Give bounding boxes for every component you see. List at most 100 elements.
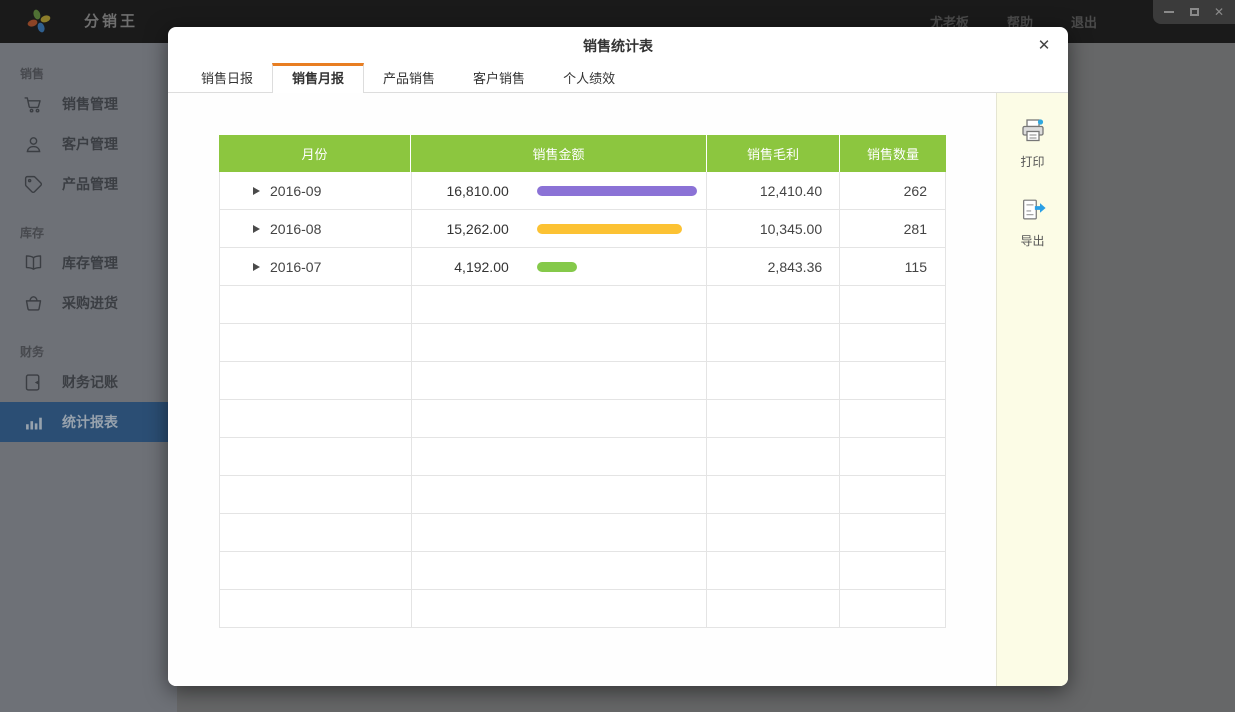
empty-cell [412, 286, 708, 323]
empty-cell [707, 286, 840, 323]
tab-客户销售[interactable]: 客户销售 [454, 66, 544, 92]
amount-value: 4,192.00 [412, 259, 509, 275]
action-label: 导出 [1020, 232, 1044, 249]
tab-个人绩效[interactable]: 个人绩效 [544, 66, 634, 92]
customer-icon [22, 133, 44, 155]
amount-value: 16,810.00 [412, 183, 509, 199]
export-icon [1019, 196, 1047, 229]
column-header: 销售金额 [411, 135, 707, 172]
empty-table-row [220, 590, 946, 628]
amount-bar [537, 262, 577, 272]
sidebar-item[interactable]: 产品管理 [0, 164, 177, 204]
table-row[interactable]: 2016-07 4,192.00 2,843.36115 [220, 248, 946, 286]
monthly-sales-table: 月份销售金额销售毛利销售数量 2016-0916,810.0012,410.40… [219, 135, 946, 628]
empty-cell [412, 590, 708, 627]
empty-cell [707, 514, 840, 551]
tab-产品销售[interactable]: 产品销售 [364, 66, 454, 92]
empty-cell [840, 514, 946, 551]
empty-cell [220, 552, 412, 589]
printer-icon [1019, 117, 1047, 150]
sidebar-item-label: 产品管理 [62, 174, 118, 194]
empty-cell [707, 590, 840, 627]
minimize-icon[interactable] [1163, 6, 1175, 18]
sidebar-section-label: 财务 [20, 343, 177, 360]
month-value: 2016-07 [270, 259, 321, 275]
tab-销售日报[interactable]: 销售日报 [182, 66, 272, 92]
sidebar-item[interactable]: 采购进货 [0, 283, 177, 323]
empty-cell [840, 324, 946, 361]
sidebar-section-label: 销售 [20, 65, 177, 82]
empty-table-row [220, 514, 946, 552]
sidebar-item-label: 采购进货 [62, 293, 118, 313]
expand-arrow-icon[interactable] [253, 263, 260, 271]
book-icon [22, 252, 44, 274]
expand-arrow-icon[interactable] [253, 187, 260, 195]
empty-cell [707, 362, 840, 399]
empty-table-row [220, 362, 946, 400]
empty-cell [840, 438, 946, 475]
empty-table-row [220, 324, 946, 362]
profit-cell: 2,843.36 [707, 248, 840, 285]
print-button[interactable]: 打印 [1019, 117, 1047, 170]
empty-cell [840, 590, 946, 627]
sidebar-item-label: 销售管理 [62, 94, 118, 114]
amount-cell: 16,810.00 [412, 172, 708, 209]
table-header-row: 月份销售金额销售毛利销售数量 [219, 135, 946, 172]
table-row[interactable]: 2016-0815,262.0010,345.00281 [220, 210, 946, 248]
month-cell[interactable]: 2016-09 [220, 172, 412, 209]
column-header: 销售数量 [840, 135, 946, 172]
sidebar-item[interactable]: 客户管理 [0, 124, 177, 164]
empty-table-row [220, 552, 946, 590]
report-tabs: 销售日报销售月报产品销售客户销售个人绩效 [168, 63, 1068, 93]
dialog-body: 月份销售金额销售毛利销售数量 2016-0916,810.0012,410.40… [168, 93, 1068, 686]
empty-cell [220, 362, 412, 399]
sidebar-item[interactable]: 财务记账 [0, 362, 177, 402]
sidebar-item[interactable]: 销售管理 [0, 84, 177, 124]
maximize-icon[interactable] [1188, 6, 1200, 18]
month-cell[interactable]: 2016-08 [220, 210, 412, 247]
close-icon[interactable]: ✕ [1032, 33, 1056, 57]
sidebar-item[interactable]: 库存管理 [0, 243, 177, 283]
expand-arrow-icon[interactable] [253, 225, 260, 233]
empty-cell [707, 324, 840, 361]
export-button[interactable]: 导出 [1019, 196, 1047, 249]
empty-table-row [220, 400, 946, 438]
sidebar-section-label: 库存 [20, 224, 177, 241]
sidebar-item-label: 统计报表 [62, 412, 118, 432]
bar-chart-icon [22, 411, 44, 433]
sidebar-item-label: 客户管理 [62, 134, 118, 154]
empty-cell [220, 286, 412, 323]
month-value: 2016-08 [270, 221, 321, 237]
empty-cell [707, 476, 840, 513]
app-title: 分销王 [84, 0, 138, 43]
logout-menu[interactable]: 退出 [1071, 12, 1097, 31]
tab-销售月报[interactable]: 销售月报 [272, 63, 364, 93]
dialog-header: 销售统计表 ✕ [168, 27, 1068, 63]
amount-cell: 4,192.00 [412, 248, 708, 285]
cart-icon [22, 93, 44, 115]
empty-cell [412, 324, 708, 361]
quantity-cell: 115 [840, 248, 946, 285]
empty-table-row [220, 286, 946, 324]
sidebar: 销售销售管理客户管理产品管理库存库存管理采购进货财务财务记账统计报表 [0, 43, 177, 712]
profit-cell: 10,345.00 [707, 210, 840, 247]
amount-bar [537, 224, 682, 234]
empty-cell [412, 438, 708, 475]
empty-cell [707, 438, 840, 475]
sales-statistics-dialog: 销售统计表 ✕ 销售日报销售月报产品销售客户销售个人绩效 月份销售金额销售毛利销… [168, 27, 1068, 686]
empty-cell [840, 552, 946, 589]
column-header: 月份 [219, 135, 411, 172]
empty-cell [412, 514, 708, 551]
window-controls: ✕ [1153, 0, 1235, 24]
empty-cell [840, 286, 946, 323]
month-cell[interactable]: 2016-07 [220, 248, 412, 285]
empty-table-row [220, 476, 946, 514]
window-close-icon[interactable]: ✕ [1213, 6, 1225, 18]
basket-icon [22, 292, 44, 314]
quantity-cell: 262 [840, 172, 946, 209]
report-content: 月份销售金额销售毛利销售数量 2016-0916,810.0012,410.40… [168, 93, 996, 686]
sidebar-item[interactable]: 统计报表 [0, 402, 177, 442]
table-body: 2016-0916,810.0012,410.402622016-0815,26… [219, 172, 946, 628]
empty-cell [707, 400, 840, 437]
table-row[interactable]: 2016-0916,810.0012,410.40262 [220, 172, 946, 210]
